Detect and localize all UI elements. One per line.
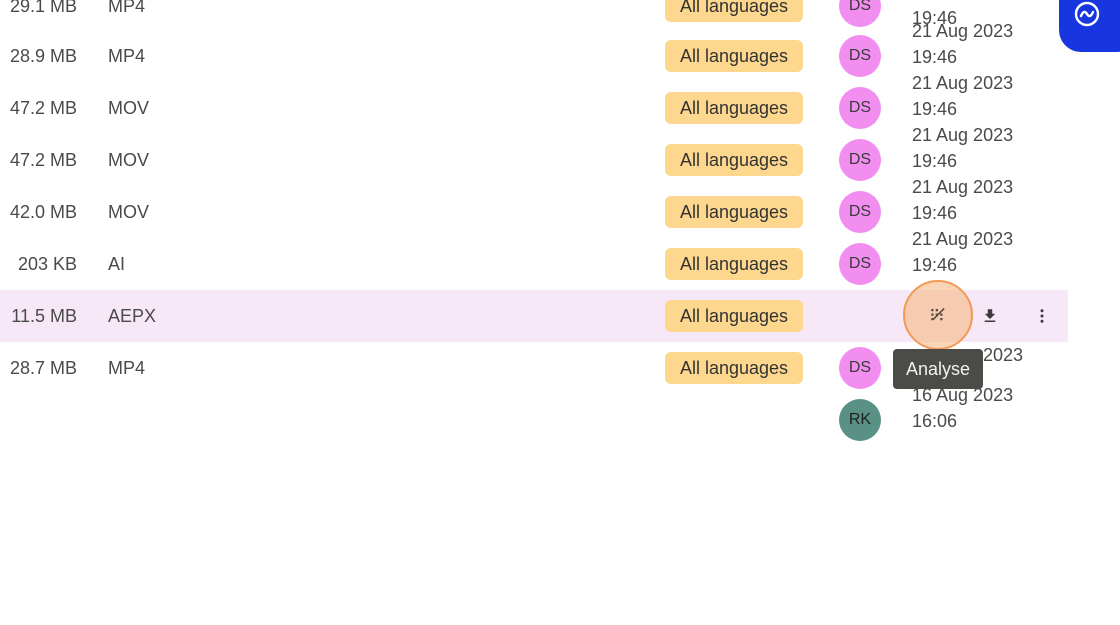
avatar: DS bbox=[839, 35, 881, 77]
date-cell: 21 Aug 2023 19:46 bbox=[912, 18, 1052, 70]
avatar: DS bbox=[839, 191, 881, 233]
date-day: 21 Aug 2023 bbox=[912, 177, 1014, 197]
file-type: MP4 bbox=[108, 0, 146, 16]
table-row[interactable]: 47.2 MB MOV All languages DS 21 Aug 2023… bbox=[0, 125, 1068, 186]
date-day: 21 Aug 2023 bbox=[912, 73, 1014, 93]
date-cell: 2023 bbox=[983, 342, 1120, 368]
file-list: 29.1 MB MP4 All languages DS 19:46 28.9 … bbox=[0, 0, 1120, 625]
language-badge[interactable]: All languages bbox=[665, 196, 803, 228]
download-icon bbox=[984, 309, 996, 322]
language-badge[interactable]: All languages bbox=[665, 40, 803, 72]
file-type: MOV bbox=[108, 150, 150, 170]
file-size: 11.5 MB bbox=[11, 306, 77, 326]
download-button[interactable] bbox=[970, 296, 1010, 336]
date-day: 21 Aug 2023 bbox=[912, 125, 1014, 145]
analyse-button[interactable] bbox=[903, 280, 973, 350]
table-row[interactable]: 42.0 MB MOV All languages DS 21 Aug 2023… bbox=[0, 177, 1068, 238]
date-cell: 16 Aug 2023 16:06 bbox=[912, 382, 1052, 434]
assistant-icon bbox=[1074, 1, 1100, 27]
date-cell: 21 Aug 2023 19:46 bbox=[912, 174, 1052, 226]
assistant-button[interactable] bbox=[1059, 0, 1120, 52]
avatar: DS bbox=[839, 0, 881, 27]
file-size: 47.2 MB bbox=[9, 98, 77, 118]
file-size: 47.2 MB bbox=[9, 150, 77, 170]
date-time: 19:46 bbox=[912, 47, 958, 67]
table-row[interactable]: 29.1 MB MP4 All languages DS 19:46 bbox=[0, 0, 1068, 32]
date-day: 21 Aug 2023 bbox=[912, 229, 1014, 249]
avatar: RK bbox=[839, 399, 881, 441]
avatar: DS bbox=[839, 243, 881, 285]
language-badge[interactable]: All languages bbox=[665, 352, 803, 384]
file-type: MOV bbox=[108, 202, 150, 222]
date-cell: 21 Aug 2023 19:46 bbox=[912, 70, 1052, 122]
more-vertical-icon bbox=[1040, 309, 1044, 323]
date-cell: 21 Aug 2023 19:46 bbox=[912, 122, 1052, 174]
date-cell: 21 Aug 2023 19:46 bbox=[912, 226, 1052, 278]
file-size: 28.7 MB bbox=[9, 358, 77, 378]
date-time: 16:06 bbox=[912, 411, 958, 431]
avatar: DS bbox=[839, 87, 881, 129]
date-day: 21 Aug 2023 bbox=[912, 21, 1014, 41]
language-badge[interactable]: All languages bbox=[665, 144, 803, 176]
table-row[interactable]: RK 16 Aug 2023 16:06 bbox=[0, 385, 1068, 446]
file-type: MP4 bbox=[108, 46, 146, 66]
file-type: AI bbox=[108, 254, 126, 274]
date-time: 19:46 bbox=[912, 255, 958, 275]
table-row[interactable]: 28.9 MB MP4 All languages DS 21 Aug 2023… bbox=[0, 21, 1068, 82]
file-type: MP4 bbox=[108, 358, 146, 378]
file-size: 203 KB bbox=[17, 254, 77, 274]
file-type: MOV bbox=[108, 98, 150, 118]
avatar: DS bbox=[839, 347, 881, 389]
language-badge[interactable]: All languages bbox=[665, 92, 803, 124]
file-type: AEPX bbox=[108, 306, 157, 326]
file-size: 29.1 MB bbox=[9, 0, 77, 16]
date-time: 19:46 bbox=[912, 151, 958, 171]
date-time: 19:46 bbox=[912, 99, 958, 119]
analyse-icon bbox=[931, 307, 945, 321]
language-badge[interactable]: All languages bbox=[665, 0, 803, 22]
analyse-tooltip: Analyse bbox=[893, 349, 983, 389]
language-badge[interactable]: All languages bbox=[665, 248, 803, 280]
file-size: 28.9 MB bbox=[9, 46, 77, 66]
file-size: 42.0 MB bbox=[9, 202, 77, 222]
date-time: 19:46 bbox=[912, 203, 958, 223]
language-badge[interactable]: All languages bbox=[665, 300, 803, 332]
date-partial: 2023 bbox=[983, 345, 1024, 365]
more-options-button[interactable] bbox=[1022, 296, 1062, 336]
table-row[interactable]: 47.2 MB MOV All languages DS 21 Aug 2023… bbox=[0, 73, 1068, 134]
table-row[interactable]: 203 KB AI All languages DS 21 Aug 2023 1… bbox=[0, 229, 1068, 290]
avatar: DS bbox=[839, 139, 881, 181]
